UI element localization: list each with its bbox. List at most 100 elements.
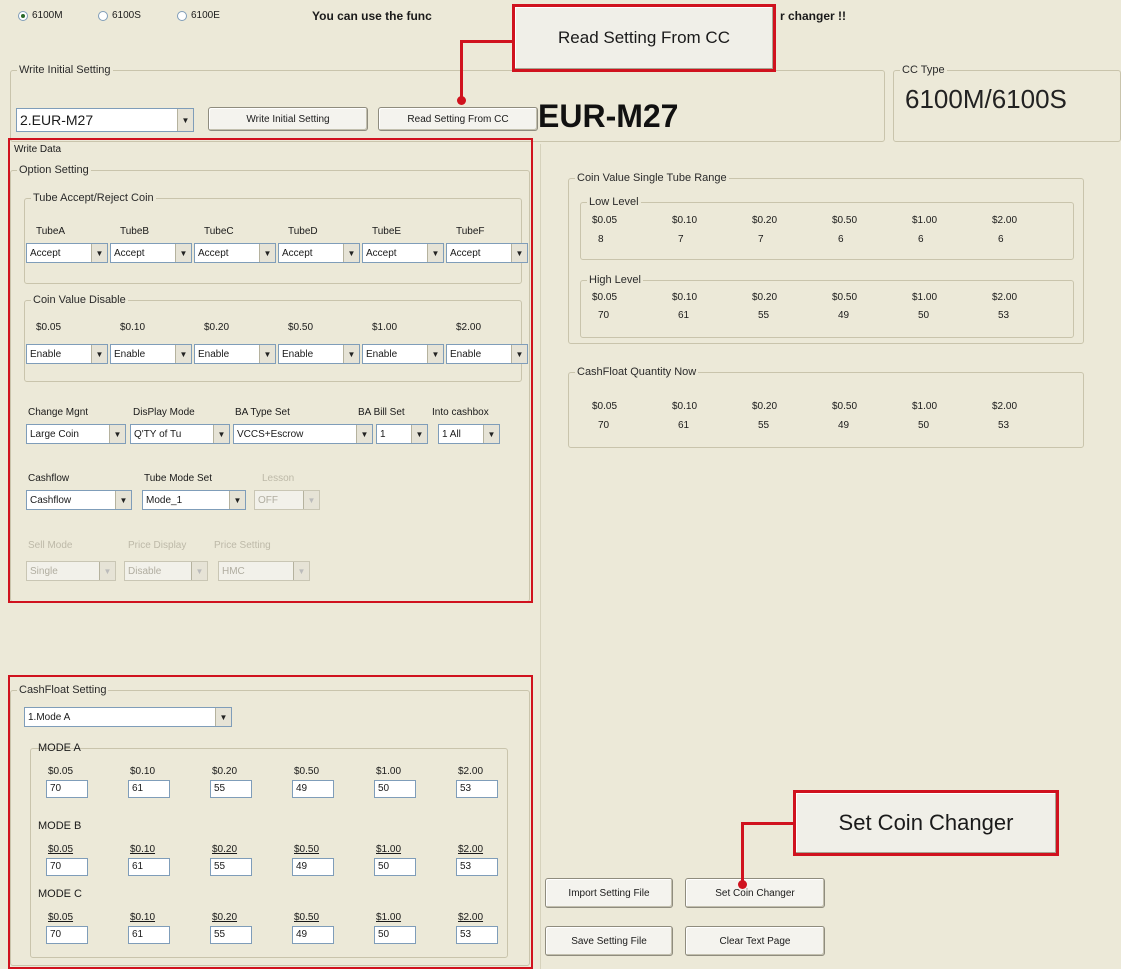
- clear-text-button[interactable]: Clear Text Page: [685, 926, 825, 956]
- low-level-label: Low Level: [587, 196, 641, 208]
- mode-value-input[interactable]: 50: [374, 780, 416, 798]
- low-coin-label: $0.05: [592, 215, 618, 226]
- tube-accept-select-value: Accept: [282, 247, 313, 259]
- mode-value-input[interactable]: 61: [128, 858, 170, 876]
- mode-coin-label: $0.10: [130, 766, 156, 777]
- mode-value-input[interactable]: 70: [46, 926, 88, 944]
- mode-value-input[interactable]: 50: [374, 926, 416, 944]
- low-level-value: 6: [838, 234, 844, 245]
- coin-disable-select-value: Enable: [366, 348, 398, 360]
- tube-accept-select[interactable]: Accept ▼: [26, 243, 108, 263]
- import-setting-button[interactable]: Import Setting File: [545, 878, 673, 908]
- coin-disable-select[interactable]: Enable ▼: [362, 344, 444, 364]
- chevron-down-icon: ▼: [511, 244, 527, 262]
- low-level-value: 7: [678, 234, 684, 245]
- chevron-down-icon: ▼: [343, 345, 359, 363]
- mode-value-input[interactable]: 70: [46, 780, 88, 798]
- coin-disable-select-value: Enable: [30, 348, 62, 360]
- coin-disable-select-value: Enable: [450, 348, 482, 360]
- high-coin-label: $0.20: [752, 292, 778, 303]
- cashfloat-highlight: [8, 675, 533, 969]
- header-notice-left: You can use the func: [312, 9, 432, 23]
- low-level-value: 7: [758, 234, 764, 245]
- high-level-value: 61: [678, 310, 690, 321]
- mode-label: MODE C: [38, 888, 82, 900]
- chevron-down-icon: ▼: [343, 244, 359, 262]
- read-setting-button[interactable]: Read Setting From CC: [378, 107, 538, 131]
- tube-accept-select[interactable]: Accept ▼: [446, 243, 528, 263]
- set-coin-changer-button[interactable]: Set Coin Changer: [685, 878, 825, 908]
- coin-disable-select-value: Enable: [198, 348, 230, 360]
- mode-value-input[interactable]: 61: [128, 926, 170, 944]
- mode-value-input[interactable]: 49: [292, 858, 334, 876]
- now-coin-label: $0.05: [592, 401, 618, 412]
- tube-accept-select-value: Accept: [30, 247, 61, 259]
- low-level-group: Low Level: [580, 196, 1074, 260]
- import-button-label: Import Setting File: [568, 887, 650, 899]
- read-callout-label: Read Setting From CC: [558, 28, 730, 47]
- set-cc-button-label: Set Coin Changer: [715, 887, 795, 899]
- mode-value-input[interactable]: 49: [292, 780, 334, 798]
- low-level-value: 8: [598, 234, 604, 245]
- tube-label: TubeF: [456, 226, 485, 237]
- initial-setting-select[interactable]: 2.EUR-M27 ▼: [16, 108, 194, 132]
- now-coin-label: $0.50: [832, 401, 858, 412]
- coin-disable-select[interactable]: Enable ▼: [278, 344, 360, 364]
- tube-label: TubeE: [372, 226, 402, 237]
- set-callout-label: Set Coin Changer: [838, 810, 1014, 835]
- mode-value-input[interactable]: 55: [210, 858, 252, 876]
- now-coin-label: $1.00: [912, 401, 938, 412]
- mode-coin-label: $0.20: [212, 844, 238, 855]
- model-6100s-radio[interactable]: [98, 11, 108, 21]
- coin-label: $1.00: [372, 322, 398, 333]
- cashfloat-now-value: 53: [998, 420, 1010, 431]
- tube-accept-select[interactable]: Accept ▼: [278, 243, 360, 263]
- mode-value-input[interactable]: 49: [292, 926, 334, 944]
- tube-accept-select-value: Accept: [450, 247, 481, 259]
- high-coin-label: $0.50: [832, 292, 858, 303]
- cashfloat-now-value: 49: [838, 420, 850, 431]
- mode-coin-label: $0.05: [48, 912, 74, 923]
- tube-accept-select-value: Accept: [114, 247, 145, 259]
- tube-range-label: Coin Value Single Tube Range: [575, 172, 729, 184]
- mode-coin-label: $2.00: [458, 766, 484, 777]
- now-coin-label: $2.00: [992, 401, 1018, 412]
- mode-value-input[interactable]: 61: [128, 780, 170, 798]
- save-setting-button[interactable]: Save Setting File: [545, 926, 673, 956]
- mode-value-input[interactable]: 50: [374, 858, 416, 876]
- low-coin-label: $0.20: [752, 215, 778, 226]
- tube-label: TubeB: [120, 226, 150, 237]
- write-initial-button[interactable]: Write Initial Setting: [208, 107, 368, 131]
- mode-value-input[interactable]: 53: [456, 858, 498, 876]
- mode-value-input[interactable]: 55: [210, 780, 252, 798]
- mode-value-input[interactable]: 53: [456, 780, 498, 798]
- mode-coin-label: $1.00: [376, 912, 402, 923]
- chevron-down-icon: ▼: [427, 244, 443, 262]
- chevron-down-icon: ▼: [511, 345, 527, 363]
- tube-accept-select[interactable]: Accept ▼: [194, 243, 276, 263]
- mode-coin-label: $0.05: [48, 766, 74, 777]
- coin-disable-select[interactable]: Enable ▼: [446, 344, 528, 364]
- tube-accept-select[interactable]: Accept ▼: [362, 243, 444, 263]
- mode-value-input[interactable]: 70: [46, 858, 88, 876]
- low-coin-label: $1.00: [912, 215, 938, 226]
- model-6100e-label: 6100E: [191, 10, 220, 21]
- model-6100m-radio[interactable]: [18, 11, 28, 21]
- coin-disable-select[interactable]: Enable ▼: [26, 344, 108, 364]
- mode-value-input[interactable]: 55: [210, 926, 252, 944]
- cashfloat-now-value: 61: [678, 420, 690, 431]
- model-6100s-label: 6100S: [112, 10, 141, 21]
- tube-accept-select[interactable]: Accept ▼: [110, 243, 192, 263]
- coin-disable-select[interactable]: Enable ▼: [194, 344, 276, 364]
- model-6100e-radio[interactable]: [177, 11, 187, 21]
- tube-label: TubeC: [204, 226, 234, 237]
- high-coin-label: $0.10: [672, 292, 698, 303]
- high-level-value: 53: [998, 310, 1010, 321]
- coin-disable-select[interactable]: Enable ▼: [110, 344, 192, 364]
- coin-label: $0.50: [288, 322, 314, 333]
- clear-button-label: Clear Text Page: [719, 935, 791, 947]
- chevron-down-icon: ▼: [91, 345, 107, 363]
- mode-value-input[interactable]: 53: [456, 926, 498, 944]
- mode-coin-label: $0.10: [130, 844, 156, 855]
- write-initial-button-label: Write Initial Setting: [246, 113, 330, 125]
